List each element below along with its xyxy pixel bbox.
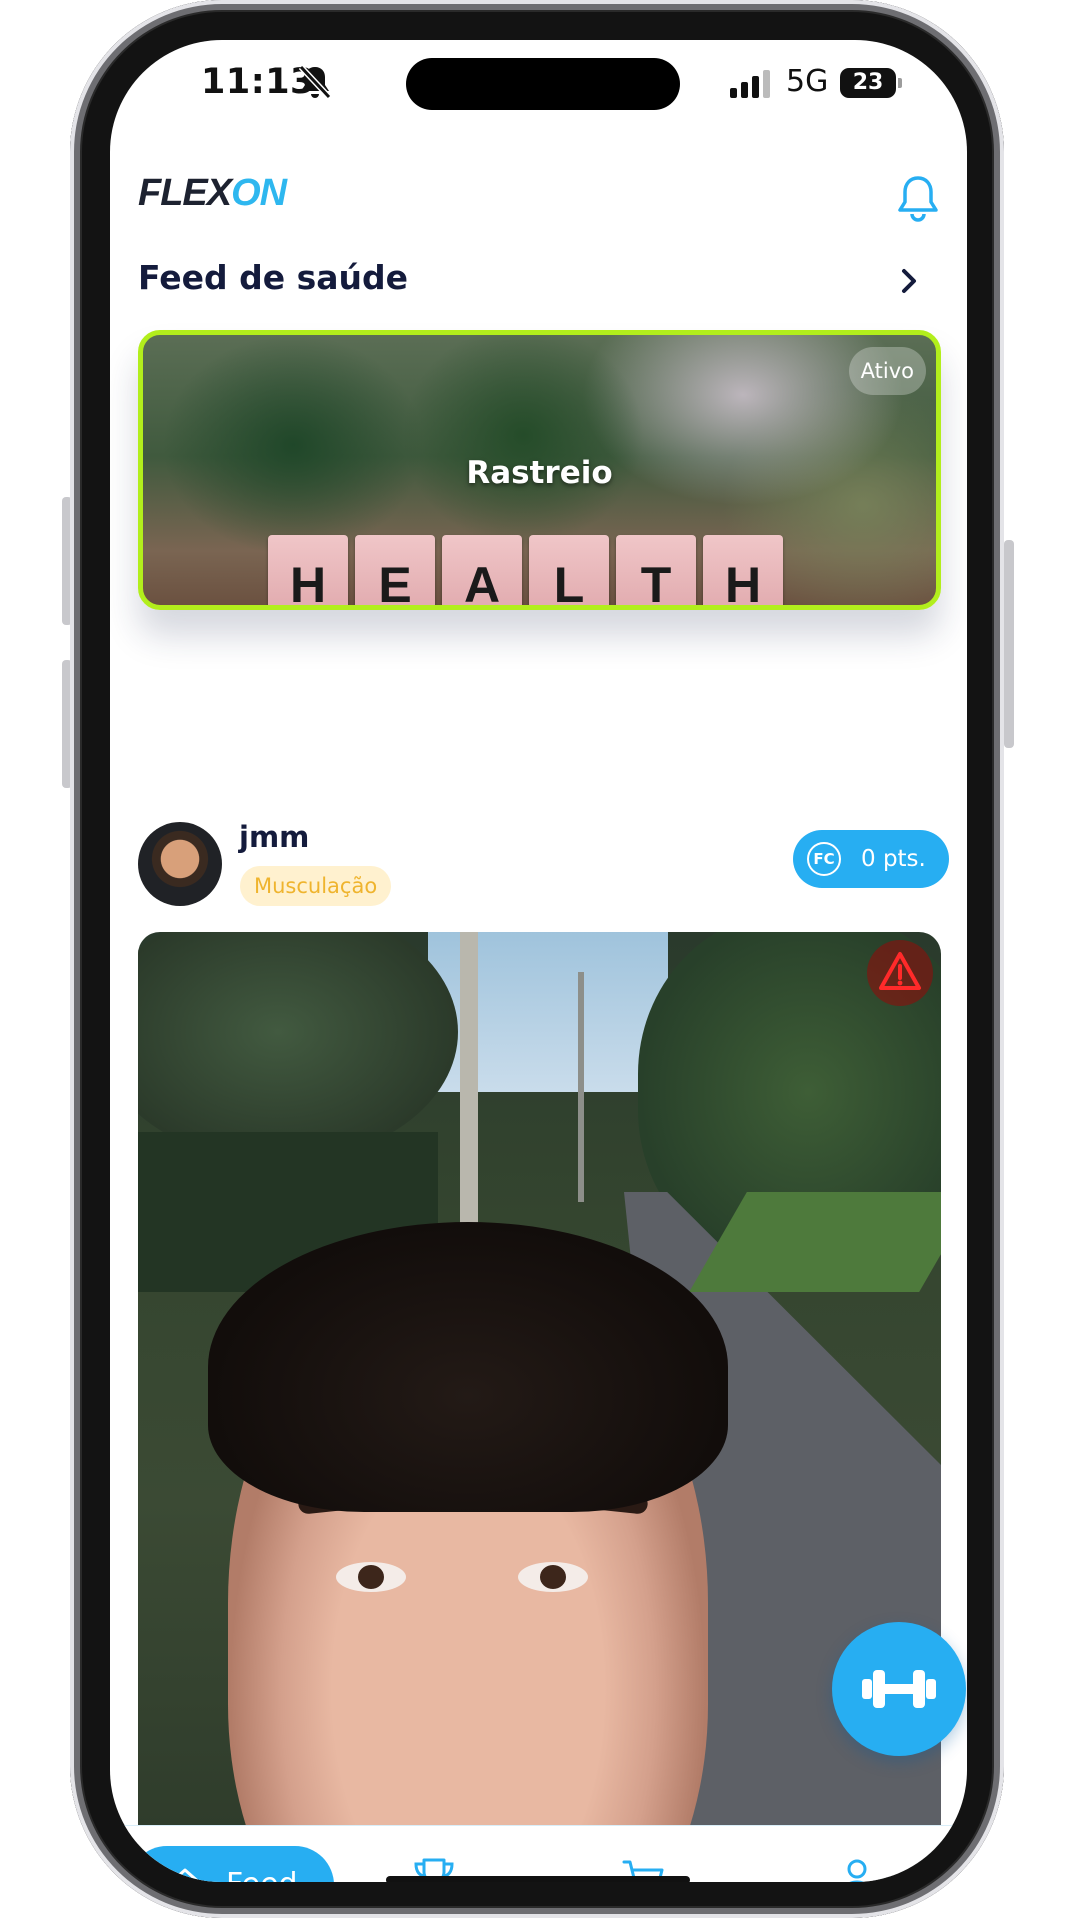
health-tile: L <box>529 535 609 605</box>
health-tile: E <box>355 535 435 605</box>
image-pole <box>578 972 584 1202</box>
health-tile: H <box>268 535 348 605</box>
bell-off-icon <box>298 64 332 100</box>
dynamic-island <box>406 58 680 110</box>
banner-title: Rastreio <box>466 455 613 491</box>
warning-icon[interactable] <box>867 940 933 1006</box>
chevron-right-icon[interactable] <box>898 266 922 296</box>
power-button <box>1004 540 1014 748</box>
avatar[interactable] <box>138 822 222 906</box>
logo-prefix: FLEX <box>138 172 232 214</box>
category-badge: Musculação <box>240 866 392 906</box>
user-icon[interactable] <box>833 1854 881 1882</box>
image-tree <box>138 932 458 1162</box>
signal-icon <box>730 70 770 98</box>
points-badge[interactable]: FC 0 pts. <box>793 830 949 888</box>
feed-title: Feed de saúde <box>138 258 408 297</box>
logo-suffix: ON <box>231 172 287 214</box>
status-badge: Ativo <box>848 347 926 395</box>
post-username[interactable]: jmm <box>239 820 309 854</box>
health-tile: T <box>616 535 696 605</box>
app-screen: 11:13 5G 23 FLEXON Feed de saúde Ativo R… <box>110 40 967 1882</box>
battery-indicator: 23 <box>840 68 902 98</box>
network-type: 5G <box>786 64 829 99</box>
bottom-nav: Feed <box>110 1825 967 1882</box>
coin-icon: FC <box>807 842 841 876</box>
image-pole <box>460 932 478 1232</box>
nav-feed-label: Feed <box>226 1846 298 1882</box>
points-label: 0 pts. <box>861 846 926 872</box>
eye <box>336 1562 406 1592</box>
app-logo: FLEXON <box>138 172 287 215</box>
post-image[interactable] <box>138 932 941 1882</box>
dumbbell-icon <box>862 1670 936 1708</box>
tracking-banner[interactable]: Ativo Rastreio H E A L T H <box>138 330 941 610</box>
health-tile: H <box>703 535 783 605</box>
health-tile: A <box>442 535 522 605</box>
selfie-hair <box>208 1222 728 1512</box>
eye <box>518 1562 588 1592</box>
home-indicator <box>386 1876 690 1882</box>
nav-feed[interactable]: Feed <box>128 1846 334 1882</box>
home-icon <box>169 1868 201 1882</box>
bell-icon[interactable] <box>895 174 941 224</box>
workout-fab[interactable] <box>832 1622 966 1756</box>
